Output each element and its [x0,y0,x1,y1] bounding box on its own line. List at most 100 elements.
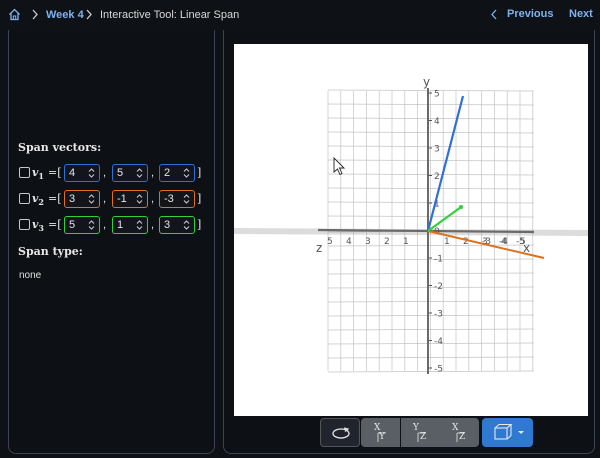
chevron-right-icon [32,9,38,20]
v1-x-input[interactable]: 4 [64,164,100,182]
grid-line [327,370,535,373]
chevron-left-icon [491,9,497,20]
vector-row-v2: v2 =[ 3 , -1 , -3 ] [19,190,209,208]
v1-label: v1 [32,166,44,182]
spinner-icon[interactable] [136,219,143,231]
y-tick-label: -3 [434,310,443,320]
v2-y-input[interactable]: -1 [112,190,148,208]
caret-down-icon [518,431,524,434]
spinner-icon[interactable] [183,167,190,179]
grid-line [327,187,535,190]
cube-icon [494,423,524,440]
breadcrumb-week[interactable]: Week 4 [46,8,84,22]
grid-line [327,286,535,289]
y-tick-label: -4 [434,337,443,347]
span-vectors-heading: Span vectors: [18,141,102,154]
breadcrumb-current: Interactive Tool: Linear Span [100,9,240,21]
vector-v3-tip [459,205,463,209]
spinner-icon[interactable] [88,167,95,179]
grid-line [327,272,535,275]
x-tick-label: -4 [499,237,508,247]
z-tick-label: 2 [384,237,390,247]
x-tick-label: 1 [444,237,450,247]
v2-z-input[interactable]: -3 [159,190,195,208]
controls-panel [8,30,215,454]
comma: , [103,193,107,205]
v2-label: v2 [32,192,44,208]
y-tick-label: 3 [434,145,440,155]
grid-line [327,131,535,134]
previous-label: Previous [507,8,554,20]
projection-dropdown[interactable] [482,418,533,447]
close-bracket: ] [197,192,202,205]
v3-checkbox[interactable] [19,219,30,230]
grid-line [327,328,535,331]
v3-y-input[interactable]: 1 [112,216,148,234]
span-type-value: none [19,270,42,281]
home-icon[interactable] [8,8,21,21]
comma: , [103,219,107,231]
vector-row-v3: v3 =[ 5 , 1 , 3 ] [19,216,209,234]
v1-y-input[interactable]: 5 [112,164,148,182]
plot-svg: 543210-1-2-3-4-5 1 2 3 4 55 4 3 2 1 -3 -4 -5 y x z [234,75,588,375]
grid-line [327,103,535,106]
v3-z-input[interactable]: 3 [159,216,195,234]
grid-line [327,300,535,303]
y-tick-label: -2 [434,282,443,292]
v2-x-input[interactable]: 3 [64,190,100,208]
grid-line [327,159,535,162]
comma: , [151,167,155,179]
grid-line [327,173,535,176]
z-tick-label: 3 [365,237,371,247]
grid-line [327,117,535,120]
equals-bracket: =[ [48,192,62,205]
xy-plane-icon [377,432,386,442]
spinner-icon[interactable] [183,219,190,231]
v3-x-input[interactable]: 5 [64,216,100,234]
y-tick-label: 5 [434,90,440,100]
grid-line [327,314,535,317]
close-bracket: ] [197,218,202,231]
close-bracket: ] [197,166,202,179]
grid-line [327,258,535,261]
top-bar: Week 4 Interactive Tool: Linear Span Pre… [0,0,600,30]
y-tick-label: -1 [434,255,443,265]
comma: , [103,167,107,179]
spinner-icon[interactable] [88,219,95,231]
y-tick-label: 4 [434,117,440,127]
grid-line [327,145,535,148]
rotate-button[interactable] [320,418,360,447]
equals-bracket: =[ [48,218,62,231]
y-tick-label: -5 [434,365,443,375]
y-axis-label: y [423,75,430,89]
spinner-icon[interactable] [136,193,143,205]
view-xz-button[interactable]: X Z [440,418,479,447]
span-type-heading: Span type: [18,245,83,258]
chevron-right-icon [86,9,92,20]
z-tick-label: 1 [403,237,409,247]
v2-checkbox[interactable] [19,193,30,204]
xz-plane-icon [456,432,465,442]
yz-plane-icon [417,432,426,442]
spinner-icon[interactable] [136,167,143,179]
grid-line [327,89,535,92]
y-tick-label: 2 [434,172,440,182]
v1-checkbox[interactable] [19,167,30,178]
equals-bracket: =[ [48,166,62,179]
spinner-icon[interactable] [88,193,95,205]
view-xy-button[interactable]: X Y [361,418,400,447]
z-tick-label: 5 [327,237,333,247]
rotate-icon [332,427,350,439]
spinner-icon[interactable] [183,193,190,205]
xz-plane [234,228,588,236]
z-tick-label: 4 [346,237,352,247]
z-axis-label: z [316,241,322,255]
v1-z-input[interactable]: 2 [159,164,195,182]
next-button[interactable]: Next [569,8,593,20]
v3-label: v3 [32,218,44,234]
vector-row-v1: v1 =[ 4 , 5 , 2 ] [19,164,209,182]
mouse-cursor-icon [333,156,346,176]
plot-canvas[interactable]: 5 4 3 2 1 0 -1 -2 -3 -4 -5 1 2 3 4 5 5 4 3 2 1 -3 -4 -5 y x z [234,44,588,416]
view-yz-button[interactable]: Y Z [401,418,440,447]
grid-line [327,356,535,359]
